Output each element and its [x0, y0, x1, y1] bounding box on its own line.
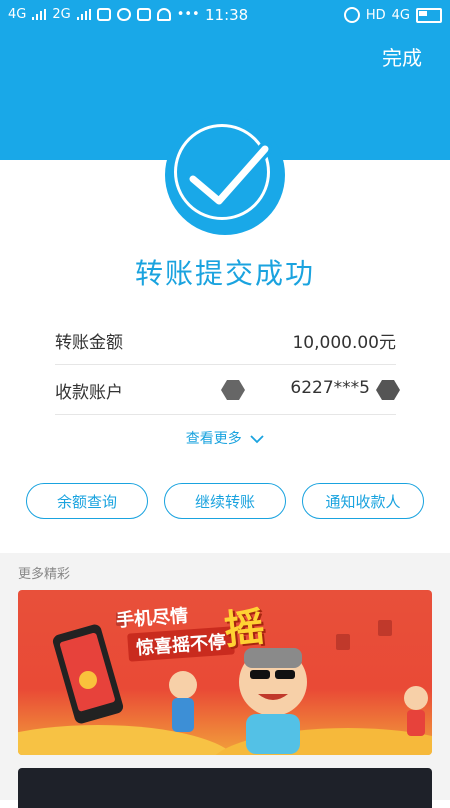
account-row: 收款账户 6227***5	[55, 366, 400, 415]
success-badge	[165, 115, 285, 235]
mask-icon	[376, 380, 400, 400]
promo-banner[interactable]: 手机尽情 惊喜摇不停 摇	[18, 590, 432, 755]
account-value: 6227***5	[290, 378, 370, 398]
amount-value: 10,000.00元	[292, 333, 396, 353]
status-bar: 4G 2G ••• 11:38 HD 4G	[0, 0, 450, 32]
hd-label: HD	[365, 7, 386, 23]
clock: 11:38	[205, 6, 249, 24]
banner-highlight: 摇	[222, 604, 267, 654]
promo-banner-2[interactable]	[18, 768, 432, 808]
android-icon	[156, 8, 171, 21]
battery-icon	[416, 7, 442, 23]
chevron-down-icon	[250, 435, 264, 444]
alarm-icon	[343, 7, 360, 23]
section-title: 更多精彩	[18, 567, 71, 582]
signal-icon	[76, 9, 91, 20]
more-dots-icon: •••	[176, 7, 200, 22]
mask-icon	[221, 380, 245, 400]
network-label: 4G	[8, 7, 27, 22]
checkmark-icon	[186, 142, 272, 208]
chat-icon	[116, 8, 131, 21]
account-label: 收款账户	[55, 383, 123, 403]
notify-payee-button[interactable]: 通知收款人	[302, 483, 424, 519]
done-button[interactable]: 完成	[382, 42, 422, 71]
banner-line1: 手机尽情	[115, 605, 189, 632]
balance-query-button[interactable]: 余额查询	[26, 483, 148, 519]
signal-icon	[32, 9, 47, 20]
view-more-link[interactable]: 查看更多	[0, 428, 450, 448]
network-label-3: 4G	[391, 7, 410, 23]
view-more-label: 查看更多	[185, 431, 242, 447]
amount-row: 转账金额 10,000.00元	[55, 316, 396, 365]
notification-icon	[96, 8, 111, 21]
network-label-2: 2G	[52, 7, 71, 22]
amount-label: 转账金额	[55, 333, 123, 353]
result-title: 转账提交成功	[134, 257, 315, 290]
mail-icon	[136, 8, 151, 21]
continue-transfer-button[interactable]: 继续转账	[164, 483, 286, 519]
